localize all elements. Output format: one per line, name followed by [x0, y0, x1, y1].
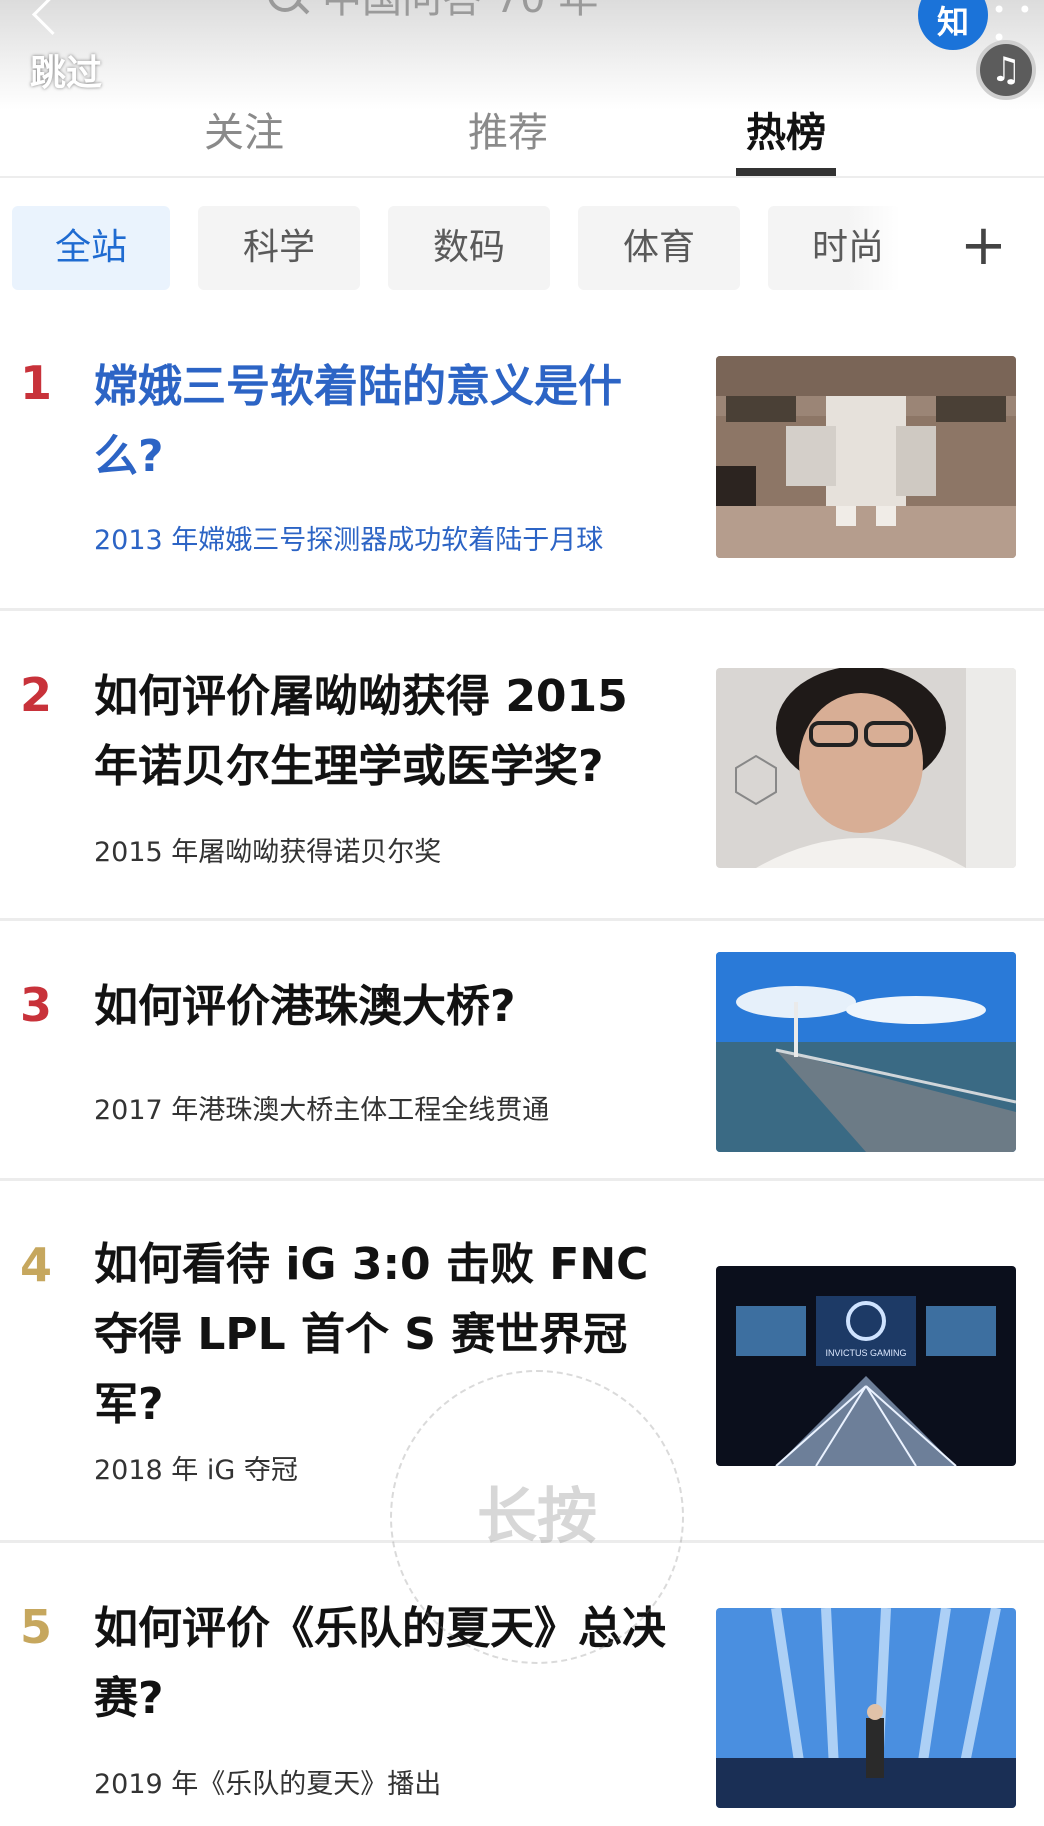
rank-number: 2	[20, 668, 53, 722]
rank-number: 5	[20, 1600, 53, 1654]
tab-recommend[interactable]: 推荐	[468, 100, 548, 158]
portrait-thumbnail	[716, 668, 1016, 868]
chip-all-site[interactable]: 全站	[12, 206, 170, 290]
esports-stage-thumbnail: INVICTUS GAMING	[716, 1266, 1016, 1466]
question-subtitle: 2015 年屠呦呦获得诺贝尔奖	[94, 837, 442, 868]
item-separator	[0, 608, 1044, 611]
chip-fashion[interactable]: 时尚	[768, 206, 900, 290]
question-subtitle: 2017 年港珠澳大桥主体工程全线贯通	[94, 1095, 550, 1126]
item-separator	[0, 918, 1044, 921]
question-subtitle: 2019 年《乐队的夏天》播出	[94, 1769, 442, 1800]
skip-button[interactable]: 跳过	[30, 44, 102, 96]
chip-science[interactable]: 科学	[198, 206, 360, 290]
lunar-rover-thumbnail	[716, 356, 1016, 558]
search-text: 中国问答 70 年	[322, 0, 598, 28]
thumbnail-caption: INVICTUS GAMING	[825, 1348, 906, 1358]
tabs-divider	[0, 176, 1044, 178]
chip-sports[interactable]: 体育	[578, 206, 740, 290]
question-title[interactable]: 如何评价屠呦呦获得 2015 年诺贝尔生理学或医学奖?	[94, 662, 684, 802]
rank-number: 4	[20, 1238, 53, 1292]
chip-digital[interactable]: 数码	[388, 206, 550, 290]
add-category-icon[interactable]: +	[960, 214, 1007, 278]
rank-number: 3	[20, 978, 53, 1032]
tab-hot-list[interactable]: 热榜	[746, 100, 826, 158]
tab-follow[interactable]: 关注	[204, 100, 284, 158]
concert-thumbnail	[716, 1608, 1016, 1808]
question-title[interactable]: 如何评价港珠澳大桥?	[94, 972, 684, 1042]
bridge-thumbnail	[716, 952, 1016, 1152]
main-tabs: 关注 推荐 热榜	[0, 90, 1044, 176]
search-icon	[268, 0, 302, 12]
search-bar[interactable]: 中国问答 70 年	[258, 0, 878, 28]
active-tab-indicator	[736, 168, 836, 176]
rank-number: 1	[20, 356, 53, 410]
long-press-watermark: 长按	[390, 1370, 684, 1664]
question-title[interactable]: 嫦娥三号软着陆的意义是什么?	[94, 352, 684, 492]
item-separator	[0, 1178, 1044, 1181]
question-subtitle: 2013 年嫦娥三号探测器成功软着陆于月球	[94, 525, 604, 556]
